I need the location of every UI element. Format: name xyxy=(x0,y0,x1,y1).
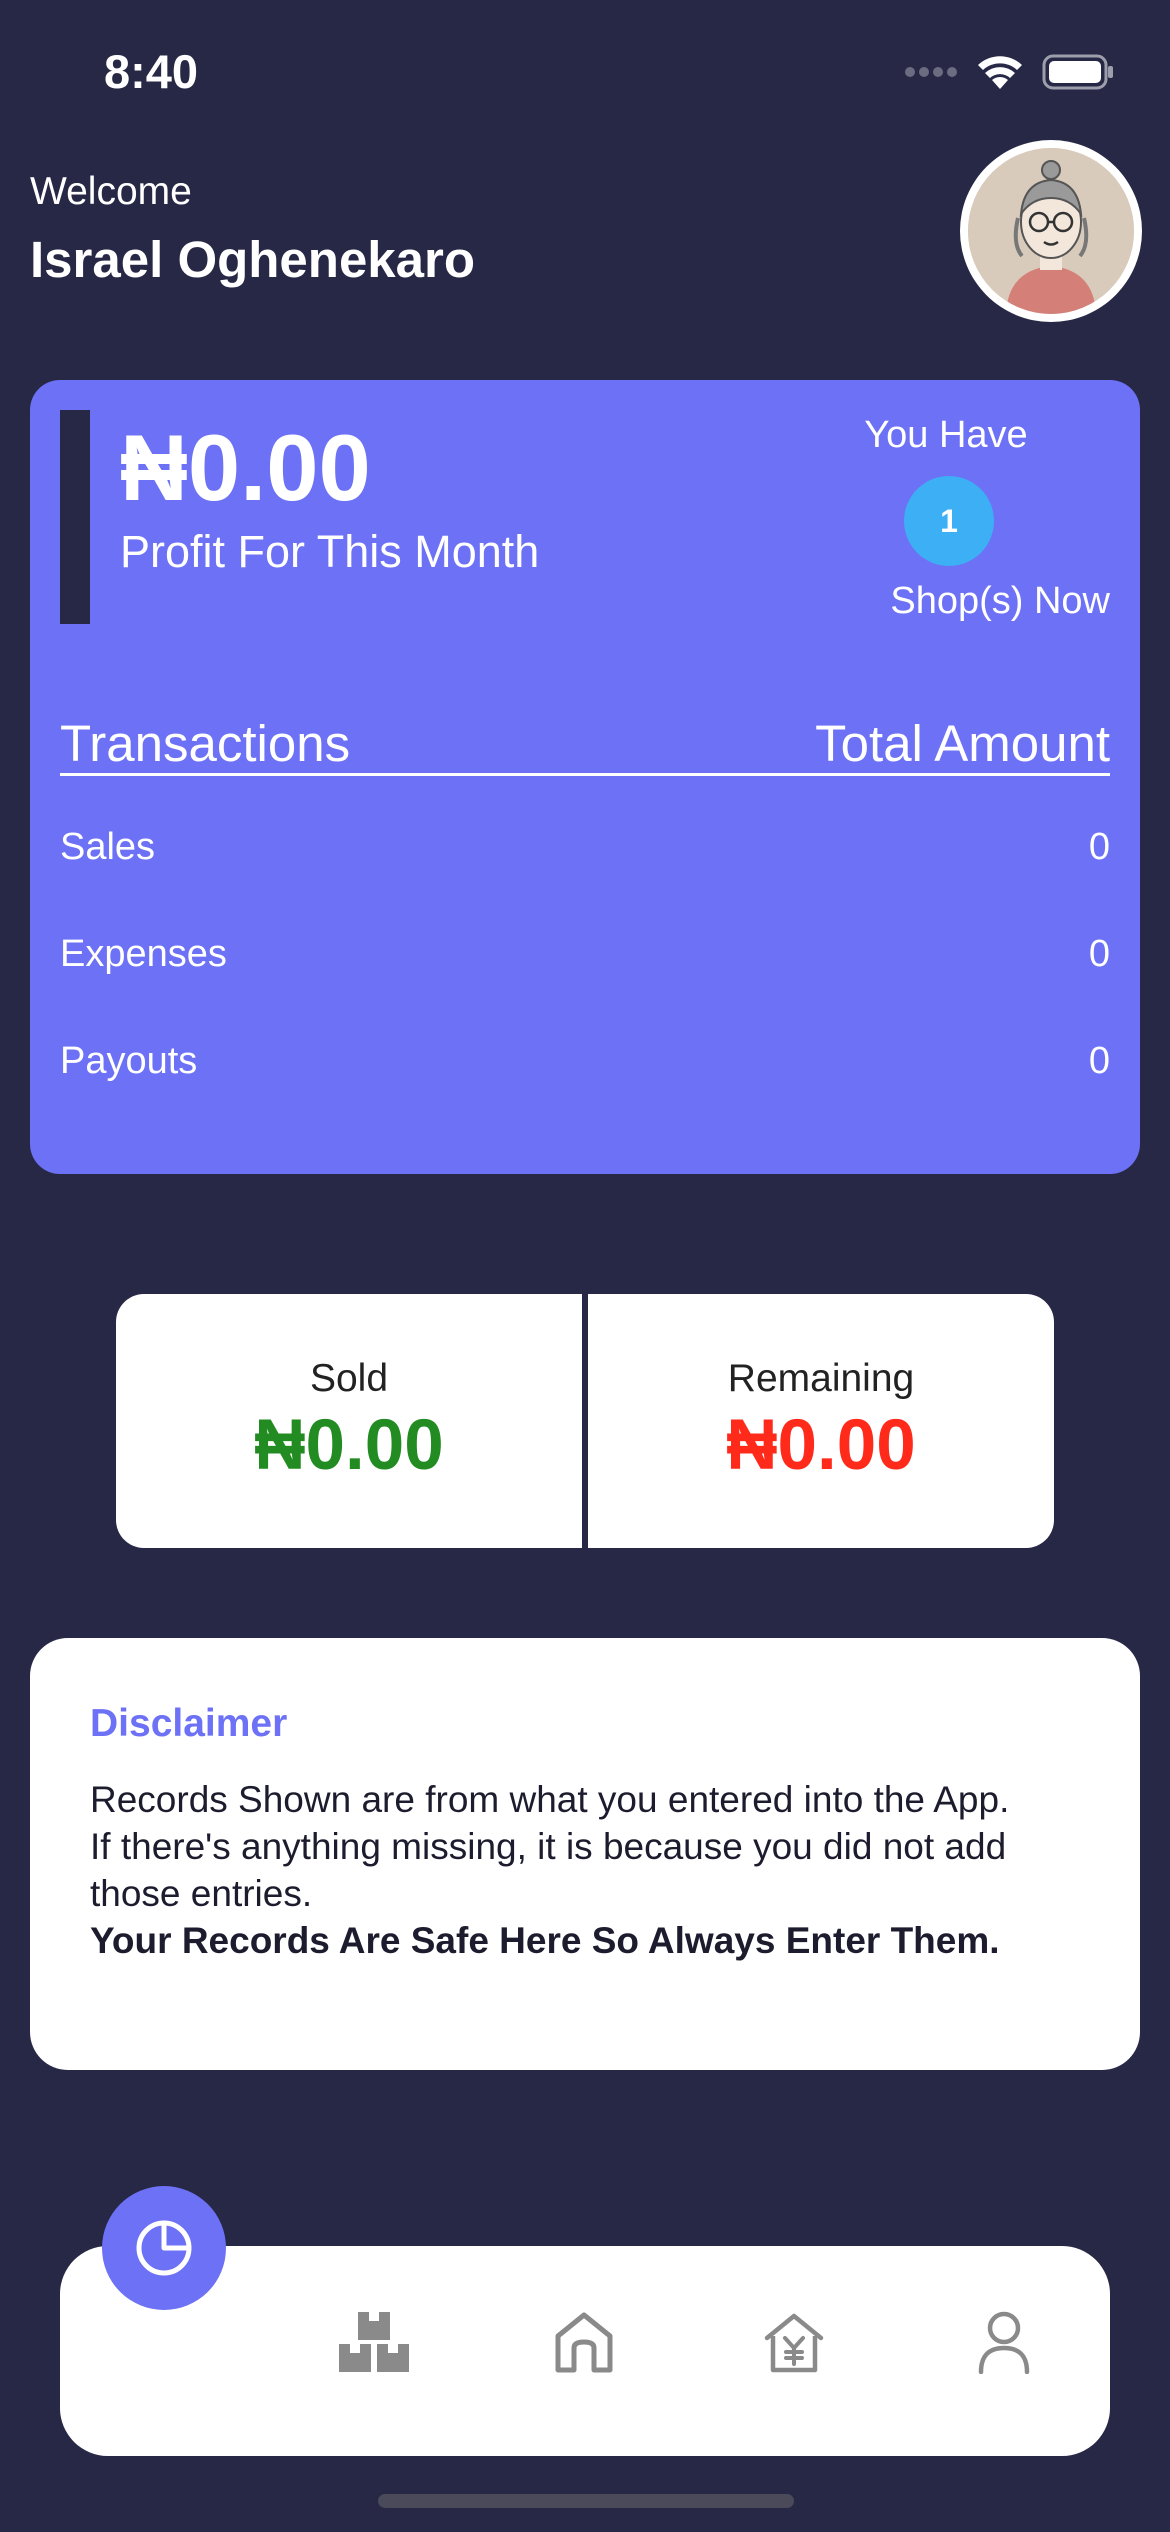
nav-inventory-button[interactable] xyxy=(334,2302,414,2382)
row-label: Payouts xyxy=(60,1040,198,1082)
disclaimer-line-3: Your Records Are Safe Here So Always Ent… xyxy=(90,1920,1000,1961)
shops-suffix: Shop(s) Now xyxy=(890,580,1110,622)
boxes-icon xyxy=(339,2312,409,2372)
row-value: 0 xyxy=(1088,933,1110,975)
disclaimer-title: Disclaimer xyxy=(90,1702,288,1745)
status-icons xyxy=(904,52,1114,92)
nav-shop-finance-button[interactable] xyxy=(754,2302,834,2382)
cellular-signal-icon xyxy=(905,67,957,77)
profit-summary-card: ₦0.00 Profit For This Month You Have 1 S… xyxy=(30,380,1140,1174)
sold-stat: Sold ₦0.00 xyxy=(116,1294,582,1548)
wifi-icon xyxy=(978,56,1022,89)
profit-amount: ₦0.00 xyxy=(120,415,371,520)
home-indicator[interactable] xyxy=(378,2494,794,2508)
shop-count-badge: 1 xyxy=(904,476,994,566)
remaining-value: ₦0.00 xyxy=(726,1405,916,1485)
welcome-label: Welcome xyxy=(30,170,192,213)
nav-profile-button[interactable] xyxy=(964,2302,1044,2382)
user-name: Israel Oghenekaro xyxy=(30,231,476,288)
shop-money-icon xyxy=(764,2313,824,2373)
battery-icon xyxy=(1042,54,1113,90)
transactions-table-header: Transactions Total Amount xyxy=(60,714,1110,776)
accent-bar xyxy=(60,410,90,624)
profit-caption: Profit For This Month xyxy=(120,526,540,577)
disclaimer-card: Disclaimer Records Shown are from what y… xyxy=(30,1638,1140,2070)
table-row-expenses: Expenses 0 xyxy=(60,933,1110,976)
row-label: Sales xyxy=(60,826,156,868)
sold-value: ₦0.00 xyxy=(254,1405,444,1485)
shops-prefix: You Have xyxy=(864,414,1028,456)
status-time: 8:40 xyxy=(104,45,199,98)
disclaimer-line-2: If there's anything missing, it is becau… xyxy=(90,1826,1007,1914)
sold-label: Sold xyxy=(309,1356,389,1400)
dashboard-screen: 8:40 Welcome Israel Oghenekaro ₦0.00 Pro… xyxy=(0,0,1170,2532)
avatar-illustration xyxy=(968,148,1134,314)
stock-stats: Sold ₦0.00 Remaining ₦0.00 xyxy=(116,1294,1054,1548)
nav-home-button[interactable] xyxy=(544,2302,624,2382)
row-value: 0 xyxy=(1088,826,1110,868)
table-row-sales: Sales 0 xyxy=(60,826,1110,869)
disclaimer-line-1: Records Shown are from what you entered … xyxy=(90,1779,1010,1820)
total-amount-column-header: Total Amount xyxy=(815,715,1110,772)
nav-reports-button[interactable] xyxy=(102,2186,226,2310)
table-row-payouts: Payouts 0 xyxy=(60,1040,1110,1083)
row-value: 0 xyxy=(1088,1040,1110,1082)
profile-icon xyxy=(978,2311,1030,2374)
remaining-stat: Remaining ₦0.00 xyxy=(588,1294,1054,1548)
remaining-label: Remaining xyxy=(727,1356,915,1400)
avatar[interactable] xyxy=(960,140,1142,322)
row-label: Expenses xyxy=(60,933,227,975)
home-icon xyxy=(555,2312,613,2373)
transactions-column-header: Transactions xyxy=(60,715,351,772)
pie-chart-icon xyxy=(136,2220,192,2276)
